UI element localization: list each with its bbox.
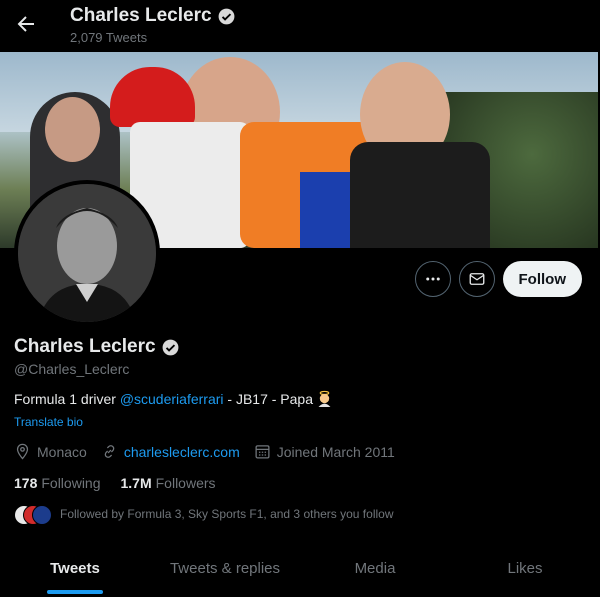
message-button[interactable]	[458, 261, 495, 297]
baby-angel-emoji-icon	[318, 390, 331, 407]
location: Monaco	[14, 443, 87, 460]
location-text: Monaco	[37, 443, 87, 460]
verified-badge-icon	[218, 8, 234, 24]
followed-by[interactable]: Followed by Formula 3, Sky Sports F1, an…	[14, 505, 394, 525]
verified-badge-icon	[162, 339, 178, 355]
avatar-image	[18, 184, 156, 322]
bio-text: Formula 1 driver	[14, 390, 120, 407]
tab-likes[interactable]: Likes	[450, 540, 600, 596]
profile-tabs: Tweets Tweets & replies Media Likes	[0, 540, 600, 596]
top-bar: Charles Leclerc 2,079 Tweets	[0, 0, 600, 52]
followers-link[interactable]: 1.7M Followers	[121, 475, 216, 491]
header-title: Charles Leclerc	[70, 5, 236, 27]
tab-media[interactable]: Media	[300, 540, 450, 596]
profile-meta: Monaco charlesleclerc.com Joined March 2…	[14, 443, 395, 460]
avatar[interactable]	[14, 180, 160, 326]
envelope-icon	[469, 273, 484, 285]
website-link[interactable]: charlesleclerc.com	[124, 444, 240, 460]
followed-by-avatars	[14, 505, 52, 525]
more-icon	[425, 277, 440, 281]
profile-name: Charles Leclerc	[14, 336, 156, 357]
header-name: Charles Leclerc	[70, 5, 212, 26]
link-icon	[104, 445, 115, 458]
follow-button[interactable]: Follow	[502, 261, 582, 297]
follow-stats: 178 Following 1.7M Followers	[14, 475, 216, 491]
mini-avatar	[32, 505, 52, 525]
profile-actions: Follow	[414, 261, 582, 297]
bio-mention-link[interactable]: @scuderiaferrari	[120, 391, 224, 407]
profile-bio: Formula 1 driver @scuderiaferrari - JB17…	[14, 390, 333, 407]
following-label: Following	[41, 475, 101, 491]
profile-handle: @Charles_Leclerc	[14, 361, 130, 377]
tab-tweets-replies[interactable]: Tweets & replies	[150, 540, 300, 596]
following-count: 178	[14, 475, 38, 491]
tweet-count: 2,079 Tweets	[70, 30, 148, 45]
profile-name-row: Charles Leclerc	[14, 336, 180, 358]
more-button[interactable]	[414, 261, 451, 297]
followers-label: Followers	[155, 475, 216, 491]
followers-count: 1.7M	[120, 475, 152, 491]
arrow-left-icon	[17, 16, 34, 32]
header-info: Charles Leclerc 2,079 Tweets	[70, 5, 236, 45]
translate-bio-link[interactable]: Translate bio	[14, 415, 83, 429]
location-pin-icon	[16, 443, 29, 460]
back-button[interactable]	[14, 12, 38, 36]
website[interactable]: charlesleclerc.com	[101, 443, 240, 460]
followed-by-text: Followed by Formula 3, Sky Sports F1, an…	[60, 507, 394, 521]
tab-tweets[interactable]: Tweets	[0, 540, 150, 596]
following-link[interactable]: 178 Following	[14, 475, 101, 491]
join-date: Joined March 2011	[254, 443, 395, 460]
bio-text-suffix: - JB17 - Papa	[223, 390, 313, 407]
join-date-text: Joined March 2011	[276, 443, 395, 460]
calendar-icon	[255, 445, 270, 459]
